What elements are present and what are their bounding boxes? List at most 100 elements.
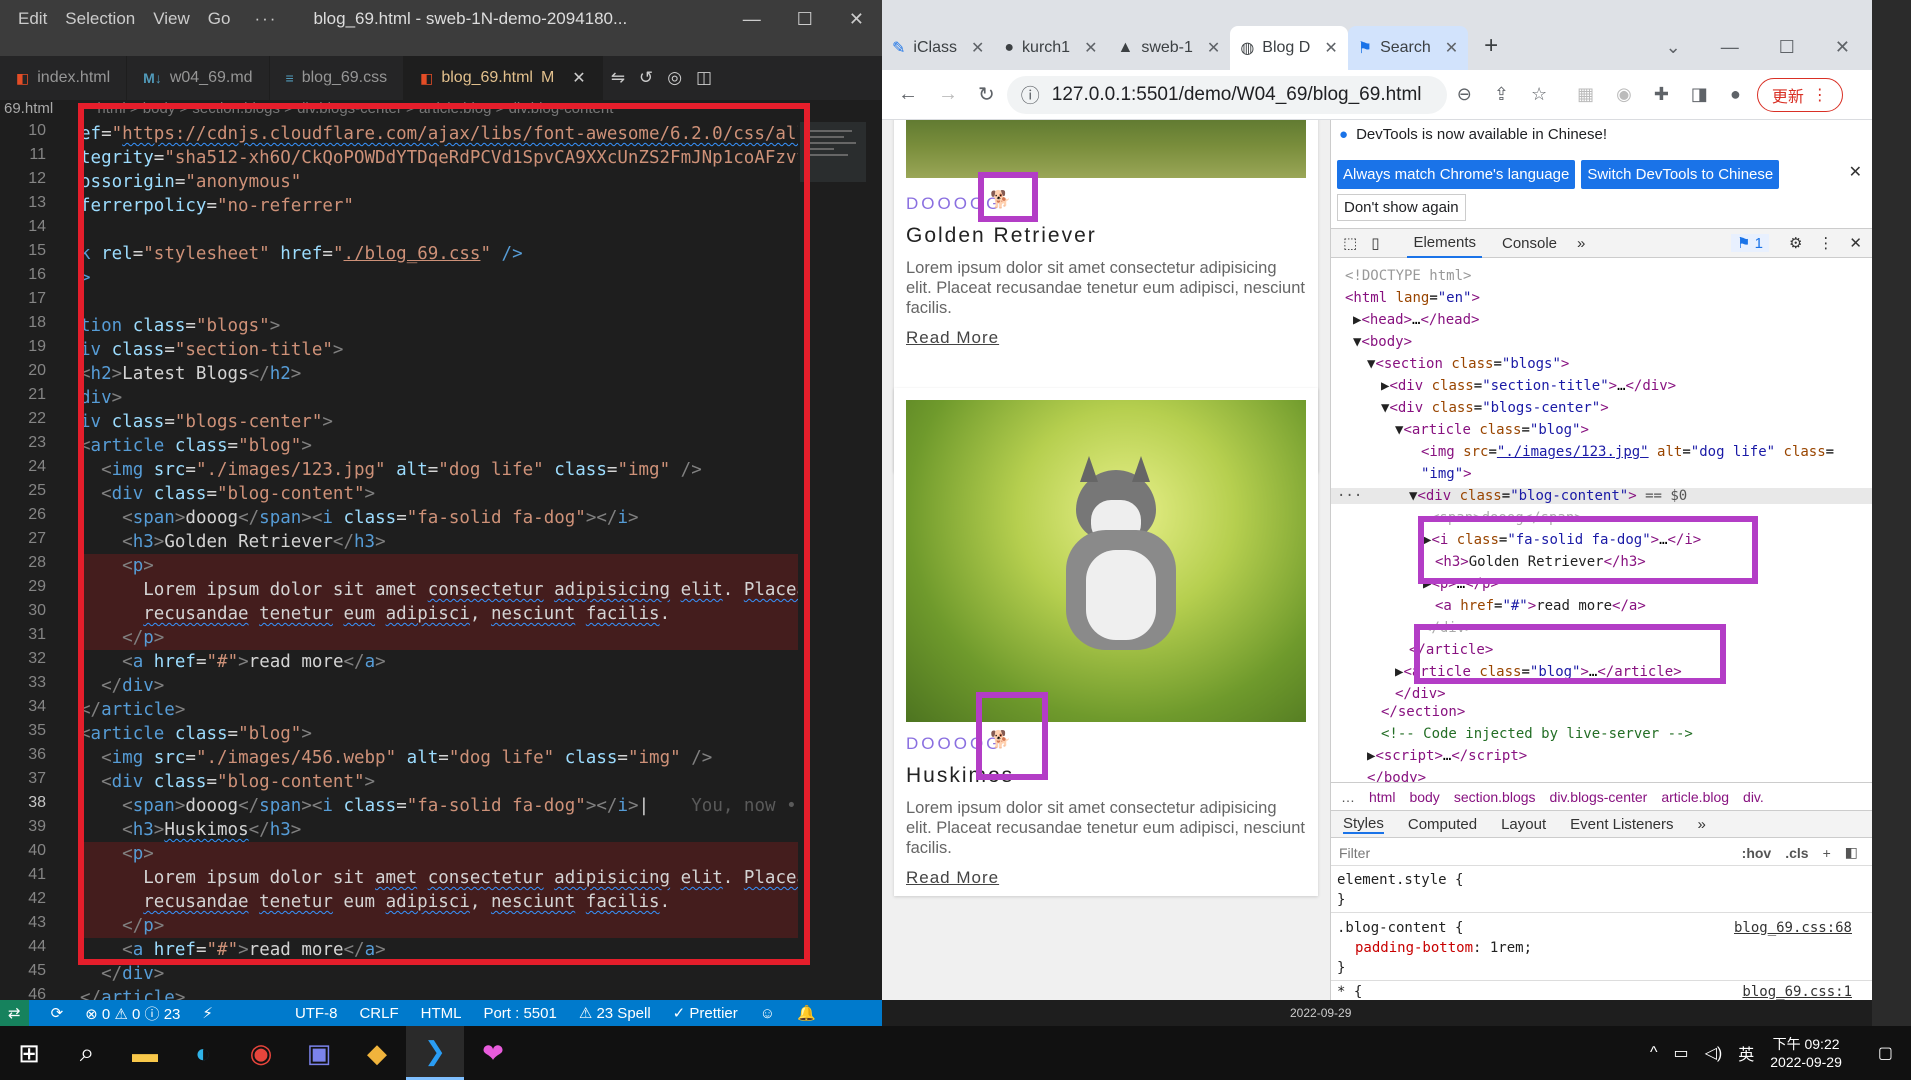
chrome-tab-vercel[interactable]: ▲ sweb-1 ✕ xyxy=(1107,26,1230,70)
style-source-link[interactable]: blog_69.css:1 xyxy=(1742,984,1852,1000)
close-tab-icon[interactable]: ✕ xyxy=(1207,38,1220,58)
inspect-icon[interactable]: ⬚ xyxy=(1343,234,1357,252)
errors-indicator[interactable]: ⊗ 0 ⚠ 0 ⓘ 23 xyxy=(85,1003,180,1024)
dom-line[interactable]: <!DOCTYPE html> xyxy=(1345,268,1471,284)
minimize-icon[interactable]: — xyxy=(743,9,761,30)
menu-go[interactable]: Go xyxy=(208,9,231,29)
tab-blog-html[interactable]: ◧ blog_69.html M ✕ xyxy=(404,56,603,100)
chrome-tab-github[interactable]: ● kurch1 ✕ xyxy=(994,26,1107,70)
chrome-tab-iclass[interactable]: ✎ iClass ✕ xyxy=(882,26,994,70)
sourcetree-icon[interactable]: ◆ xyxy=(348,1026,406,1080)
more-tabs-icon[interactable]: » xyxy=(1698,816,1706,833)
chrome-tab-search[interactable]: ⚑ Search ✕ xyxy=(1347,26,1469,70)
hov-toggle[interactable]: :hov xyxy=(1742,845,1772,861)
extension-icon[interactable]: ▦ xyxy=(1577,84,1594,105)
dom-line[interactable]: <!-- Code injected by live-server --> xyxy=(1381,726,1693,742)
edge-icon[interactable]: ◐ xyxy=(174,1026,232,1080)
forward-icon[interactable]: → xyxy=(938,83,958,106)
update-button[interactable]: 更新 ⋮ xyxy=(1756,77,1843,112)
close-tab-icon[interactable]: ✕ xyxy=(971,38,984,58)
close-tab-icon[interactable]: ✕ xyxy=(1445,38,1458,58)
tab-elements[interactable]: Elements xyxy=(1407,229,1482,258)
tab-search-icon[interactable]: ⌄ xyxy=(1666,37,1681,58)
menu-edit[interactable]: Edit xyxy=(18,9,47,29)
side-panel-icon[interactable]: ◨ xyxy=(1691,84,1708,105)
dom-line[interactable]: ▼<section class="blogs"> xyxy=(1367,356,1569,372)
close-infobar-icon[interactable]: ✕ xyxy=(1849,162,1862,182)
spell-check[interactable]: ⚠ 23 Spell xyxy=(579,1004,651,1022)
settings-icon[interactable]: ⚙ xyxy=(1789,234,1802,252)
dom-line[interactable]: ▼<div class="blogs-center"> xyxy=(1381,400,1609,416)
bookmark-star-icon[interactable]: ☆ xyxy=(1531,84,1547,105)
zoom-icon[interactable]: ⊖ xyxy=(1457,84,1472,105)
style-rule[interactable]: .blog-content { xyxy=(1337,920,1463,936)
close-tab-icon[interactable]: ✕ xyxy=(572,68,585,88)
close-tab-icon[interactable]: ✕ xyxy=(1084,38,1097,58)
menu-selection[interactable]: Selection xyxy=(65,9,135,29)
tab-computed[interactable]: Computed xyxy=(1408,816,1477,833)
eol[interactable]: CRLF xyxy=(359,1005,398,1022)
new-tab-icon[interactable]: + xyxy=(1484,32,1498,60)
tab-styles[interactable]: Styles xyxy=(1343,815,1384,834)
dom-line[interactable]: </div> xyxy=(1395,686,1446,700)
issues-badge[interactable]: ⚑ 1 xyxy=(1731,234,1769,252)
tab-layout[interactable]: Layout xyxy=(1501,816,1546,833)
tray-chevron-icon[interactable]: ^ xyxy=(1650,1044,1658,1062)
dom-line[interactable]: ▶<div class="section-title">…</div> xyxy=(1381,378,1676,394)
extension-icon[interactable]: ◉ xyxy=(1616,84,1632,105)
menu-view[interactable]: View xyxy=(153,9,190,29)
remote-icon[interactable]: ⇄ xyxy=(0,1000,29,1026)
git-compare-icon[interactable]: ⇋ xyxy=(611,68,625,88)
tab-blog-css[interactable]: ≡ blog_69.css xyxy=(270,56,405,100)
cls-toggle[interactable]: .cls xyxy=(1785,845,1808,861)
open-changes-icon[interactable]: ◎ xyxy=(667,68,682,88)
device-toolbar-icon[interactable]: ▯ xyxy=(1371,234,1379,252)
style-declaration[interactable]: padding-bottom: 1rem; xyxy=(1355,940,1532,956)
maximize-icon[interactable]: ☐ xyxy=(1779,37,1795,58)
dont-show-button[interactable]: Don't show again xyxy=(1337,194,1466,221)
go-back-icon[interactable]: ↺ xyxy=(639,68,653,88)
computed-sidebar-icon[interactable]: ◧ xyxy=(1845,844,1858,861)
dom-line[interactable]: <a href="#">read more</a> xyxy=(1435,598,1646,614)
dom-line[interactable]: ▶<script>…</script> xyxy=(1367,748,1527,764)
code-line[interactable]: </div> xyxy=(80,962,164,986)
file-explorer-icon[interactable]: ▬ xyxy=(116,1026,174,1080)
sync-icon[interactable]: ⟳ xyxy=(51,1004,64,1022)
dom-line[interactable]: ▶<head>…</head> xyxy=(1353,312,1479,328)
dom-line[interactable]: </section> xyxy=(1381,704,1465,720)
reload-icon[interactable]: ↻ xyxy=(978,82,995,107)
read-more-link[interactable]: Read More xyxy=(906,328,999,348)
add-rule-icon[interactable]: + xyxy=(1823,845,1831,861)
live-server-port[interactable]: Port : 5501 xyxy=(483,1005,556,1022)
style-source-link[interactable]: blog_69.css:68 xyxy=(1734,920,1852,936)
language-mode[interactable]: HTML xyxy=(421,1005,462,1022)
dom-line[interactable]: ▼<article class="blog"> xyxy=(1395,422,1589,438)
chrome-tab-blog[interactable]: ◍ Blog D ✕ xyxy=(1230,26,1348,70)
tab-w04-md[interactable]: M↓ w04_69.md xyxy=(127,56,270,100)
windows-start-icon[interactable]: ⊞ xyxy=(0,1026,58,1080)
puzzle-icon[interactable]: ✚ xyxy=(1654,84,1669,105)
notification-icon[interactable]: ▢ xyxy=(1878,1043,1893,1063)
share-icon[interactable]: ⇪ xyxy=(1494,84,1509,105)
vscode-icon[interactable]: ❯ xyxy=(406,1026,464,1080)
menu-more[interactable]: ··· xyxy=(254,9,277,29)
dom-line[interactable]: ▼<body> xyxy=(1353,334,1412,350)
split-editor-icon[interactable]: ◫ xyxy=(696,68,712,88)
back-icon[interactable]: ← xyxy=(898,83,918,106)
url-text[interactable]: 127.0.0.1:5501/demo/W04_69/blog_69.html xyxy=(1052,84,1422,106)
dom-line[interactable]: <img src="./images/123.jpg" alt="dog lif… xyxy=(1421,444,1834,460)
switch-language-button[interactable]: Switch DevTools to Chinese xyxy=(1581,160,1780,189)
bell-icon[interactable]: 🔔 xyxy=(797,1004,816,1022)
dom-line[interactable]: <html lang="en"> xyxy=(1345,290,1480,306)
search-icon[interactable]: ⌕ xyxy=(58,1026,116,1080)
tab-console[interactable]: Console xyxy=(1502,235,1557,252)
paint-icon[interactable]: ❤ xyxy=(464,1026,522,1080)
tab-index-html[interactable]: ◧ index.html xyxy=(0,56,128,100)
chrome-icon[interactable]: ◉ xyxy=(232,1026,290,1080)
profile-icon[interactable]: ● xyxy=(1730,84,1741,105)
encoding[interactable]: UTF-8 xyxy=(295,1005,338,1022)
match-language-button[interactable]: Always match Chrome's language xyxy=(1337,160,1576,189)
read-more-link[interactable]: Read More xyxy=(906,868,999,888)
address-bar[interactable]: ⓘ 127.0.0.1:5501/demo/W04_69/blog_69.htm… xyxy=(1006,75,1447,114)
volume-icon[interactable]: ◁) xyxy=(1705,1043,1723,1063)
